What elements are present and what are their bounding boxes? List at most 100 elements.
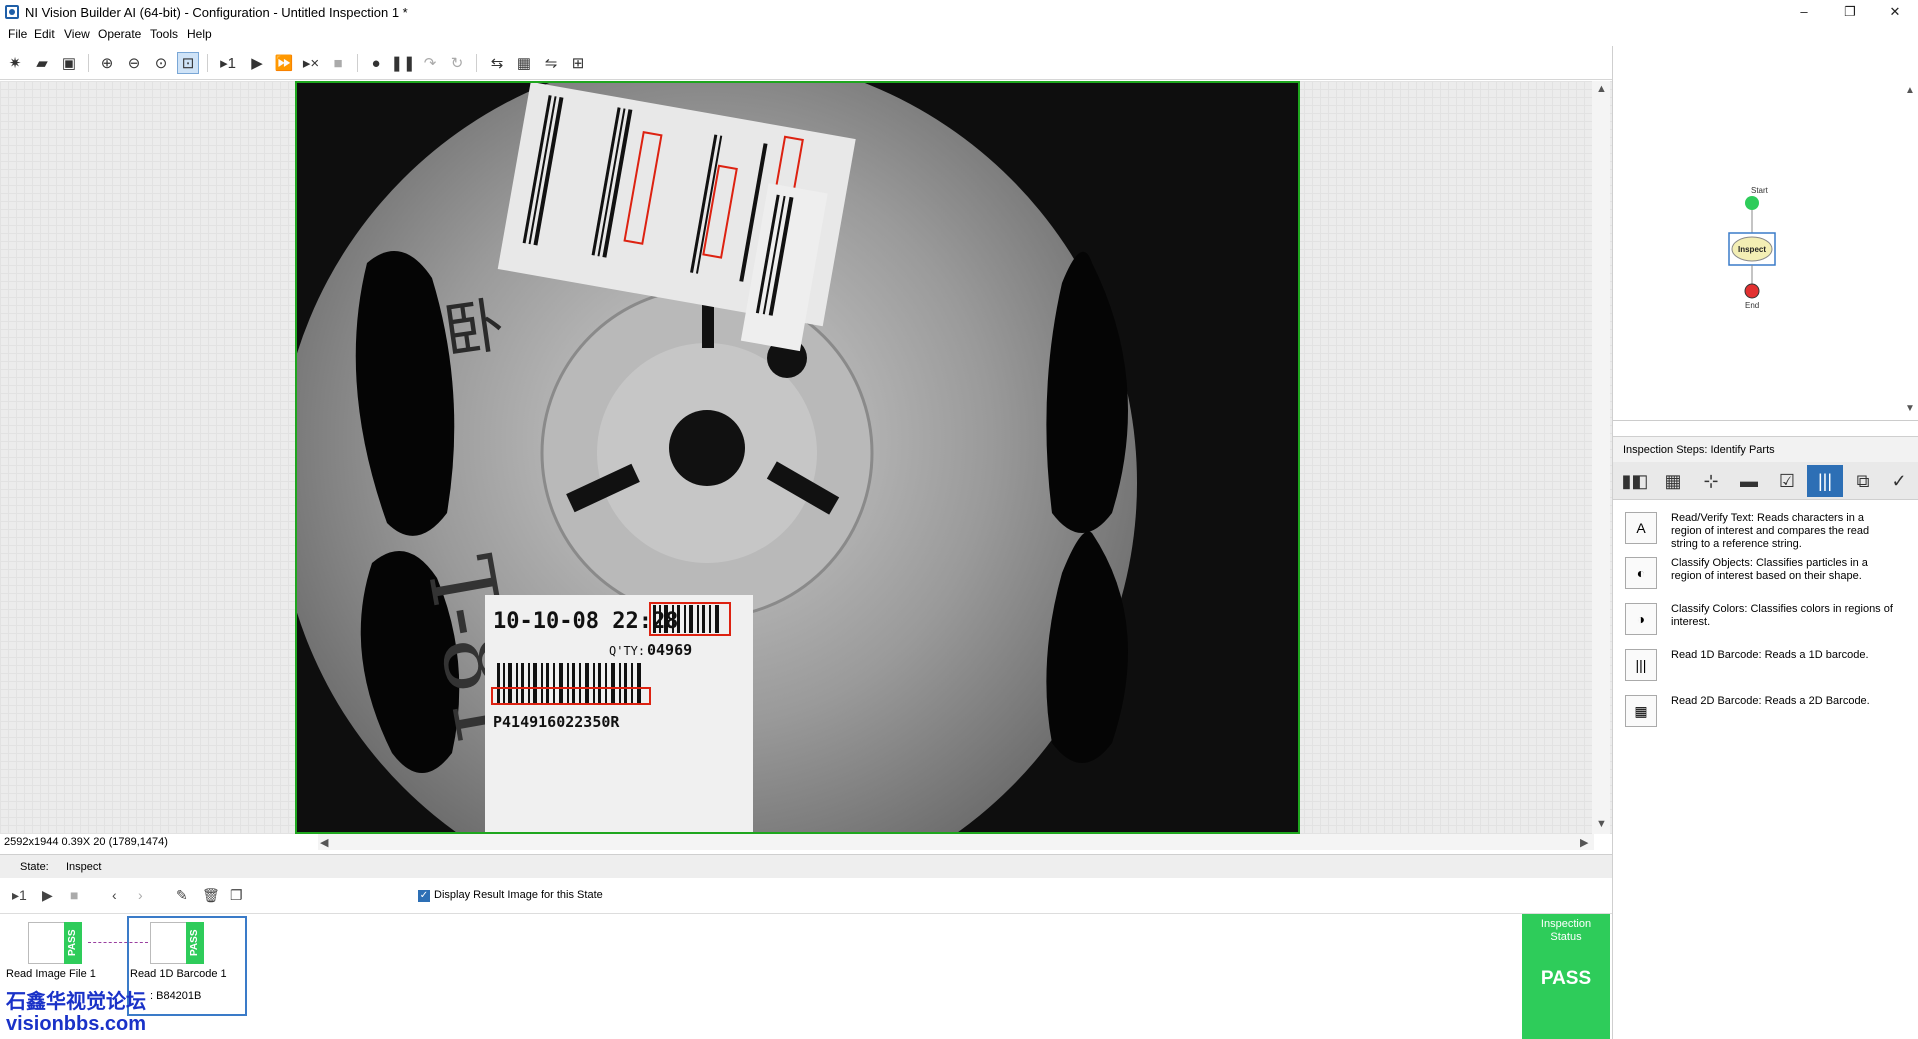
stop-icon[interactable]: ■	[327, 52, 349, 74]
item-name: Classify Objects:	[1671, 557, 1753, 569]
display-result-label: Display Result Image for this State	[434, 889, 603, 901]
item-desc: Reads a 2D Barcode.	[1764, 695, 1870, 707]
label-qty-value: 04969	[647, 641, 692, 659]
label-code-text: P414916022350R	[493, 713, 620, 731]
pause-icon[interactable]: ❚❚	[390, 52, 415, 74]
prev-step-icon[interactable]: ‹	[112, 887, 117, 903]
svg-text:卧: 卧	[439, 290, 508, 368]
inspection-steps-list: A Read/Verify Text: Reads characters in …	[1613, 500, 1918, 1039]
image-vertical-scrollbar[interactable]: ▲ ▼	[1592, 81, 1610, 834]
check-presence-icon[interactable]: ☑	[1769, 465, 1805, 497]
classify-colors-icon: ◑	[1625, 603, 1657, 635]
step-toolbar: ▸1 ▶ ■ ‹ › ✎ 🗑 ❐ ✓ Display Result Image …	[0, 878, 1612, 914]
display-result-checkbox[interactable]: ✓	[418, 890, 430, 902]
ocr-icon: A	[1625, 512, 1657, 544]
window-title: NI Vision Builder AI (64-bit) - Configur…	[25, 5, 408, 20]
scroll-right-icon[interactable]: ▶	[1580, 836, 1588, 849]
menu-help[interactable]: Help	[187, 27, 212, 41]
label-qty-label: Q'TY:	[609, 644, 645, 658]
start-node-icon	[1745, 196, 1759, 210]
tool-c-icon[interactable]: ⇋	[540, 52, 562, 74]
delete-step-icon[interactable]: 🗑	[202, 887, 220, 904]
flow-state-label: Inspect	[1738, 245, 1766, 254]
svg-text:‹: ‹	[1617, 418, 1620, 421]
zoom-out-icon[interactable]: ⊖	[123, 52, 145, 74]
stop-state-icon[interactable]: ■	[70, 887, 78, 903]
scroll-down-icon[interactable]: ▼	[1596, 818, 1607, 830]
end-node-icon	[1744, 283, 1760, 299]
run-once-icon[interactable]: ▸1	[217, 52, 239, 74]
run-step-icon[interactable]: ▸1	[12, 887, 27, 904]
run-icon[interactable]: ▶	[246, 52, 268, 74]
tool-b-icon[interactable]: ▦	[513, 52, 535, 74]
inspection-steps-title: Inspection Steps: Identify Parts	[1623, 444, 1775, 456]
tool-a-icon[interactable]: ⇆	[486, 52, 508, 74]
image-display[interactable]: 卧 T-81 10-10-08 22:28 Q'TY: 04969 P41491…	[0, 81, 1612, 834]
item-name: Read 2D Barcode:	[1671, 695, 1762, 707]
tool-d-icon[interactable]: ⊞	[567, 52, 589, 74]
new-icon[interactable]: ✷	[4, 52, 26, 74]
zoom-1to1-icon[interactable]: ⊙	[150, 52, 172, 74]
run-stop-icon[interactable]: ▸×	[300, 52, 322, 74]
flow-end-label: End	[1745, 301, 1759, 310]
save-icon[interactable]: ▣	[58, 52, 80, 74]
run-state-icon[interactable]: ▶	[42, 887, 53, 904]
item-name: Classify Colors:	[1671, 603, 1748, 615]
locate-features-icon[interactable]: ⊹	[1693, 465, 1729, 497]
use-additional-tools-icon[interactable]: ⧉	[1845, 465, 1881, 497]
title-bar: NI Vision Builder AI (64-bit) - Configur…	[0, 0, 1918, 24]
menu-operate[interactable]: Operate	[98, 27, 141, 41]
scroll-up-icon[interactable]: ▲	[1596, 83, 1607, 95]
inspection-image[interactable]: 卧 T-81 10-10-08 22:28 Q'TY: 04969 P41491…	[295, 81, 1300, 834]
watermark-text: 石鑫华视觉论坛	[6, 991, 146, 1013]
menu-edit[interactable]: Edit	[34, 27, 55, 41]
zoom-in-icon[interactable]: ⊕	[96, 52, 118, 74]
state-diagram-svg: Start Inspect End ▲ ▼ ‹	[1617, 85, 1915, 429]
image-status-text: 2592x1944 0.39X 20 (1789,1474)	[4, 836, 168, 848]
barcode-1d-icon: |||	[1625, 649, 1657, 681]
item-desc: Reads a 1D barcode.	[1764, 649, 1869, 661]
state-value: Inspect	[66, 861, 102, 873]
classify-objects-icon: ◐	[1625, 557, 1657, 589]
next-step-icon[interactable]: ›	[138, 887, 143, 903]
state-label: State:	[20, 861, 49, 873]
inspection-steps-header: Inspection Steps: Identify Parts	[1613, 436, 1918, 462]
status-value: PASS	[1540, 968, 1592, 989]
zoom-fit-icon[interactable]: ⊡	[177, 52, 199, 74]
app-icon	[5, 5, 19, 19]
open-icon[interactable]: ▰	[31, 52, 53, 74]
loop-icon[interactable]: ↻	[446, 52, 468, 74]
acquire-images-icon[interactable]: ▮◧	[1617, 465, 1653, 497]
step-label: Read Image File 1	[6, 968, 96, 980]
svg-text:▲: ▲	[1905, 85, 1915, 96]
inspection-status: Inspection Status PASS	[1522, 914, 1610, 1039]
run-continuous-icon[interactable]: ⏩	[273, 52, 295, 74]
close-button[interactable]: ✕	[1872, 0, 1918, 24]
minimize-button[interactable]: –	[1781, 0, 1827, 24]
watermark-url: visionbbs.com	[6, 1013, 147, 1035]
item-name: Read/Verify Text:	[1671, 512, 1754, 524]
status-title-line1: Inspection	[1540, 918, 1592, 930]
menu-bar: File Edit View Operate Tools Help	[0, 24, 1918, 44]
step-pass-badge: PASS	[64, 922, 82, 964]
menu-tools[interactable]: Tools	[150, 27, 178, 41]
step-category-tabs: ▮◧ ▦ ⊹ ▬ ☑ ||| ⧉ ✓	[1613, 462, 1918, 500]
status-title-line2: Status	[1550, 931, 1582, 943]
state-diagram[interactable]: Start Inspect End ▲ ▼ ‹	[1613, 81, 1918, 429]
item-name: Read 1D Barcode:	[1671, 649, 1762, 661]
maximize-button[interactable]: ❐	[1827, 0, 1873, 24]
communicate-icon[interactable]: ✓	[1881, 465, 1917, 497]
menu-view[interactable]: View	[64, 27, 90, 41]
state-bar: State: Inspect	[0, 854, 1612, 878]
measure-features-icon[interactable]: ▬	[1731, 465, 1767, 497]
step-icon[interactable]: ↷	[419, 52, 441, 74]
enhance-images-icon[interactable]: ▦	[1655, 465, 1691, 497]
identify-parts-icon[interactable]: |||	[1807, 465, 1843, 497]
svg-text:▼: ▼	[1905, 403, 1915, 414]
menu-file[interactable]: File	[8, 27, 27, 41]
edit-step-icon[interactable]: ✎	[176, 887, 188, 904]
barcode-2d-icon: ▦	[1625, 695, 1657, 727]
breakpoint-icon[interactable]: ●	[365, 52, 387, 74]
copy-step-icon[interactable]: ❐	[230, 887, 243, 904]
image-horizontal-scrollbar[interactable]: ◀ ▶	[318, 834, 1594, 850]
